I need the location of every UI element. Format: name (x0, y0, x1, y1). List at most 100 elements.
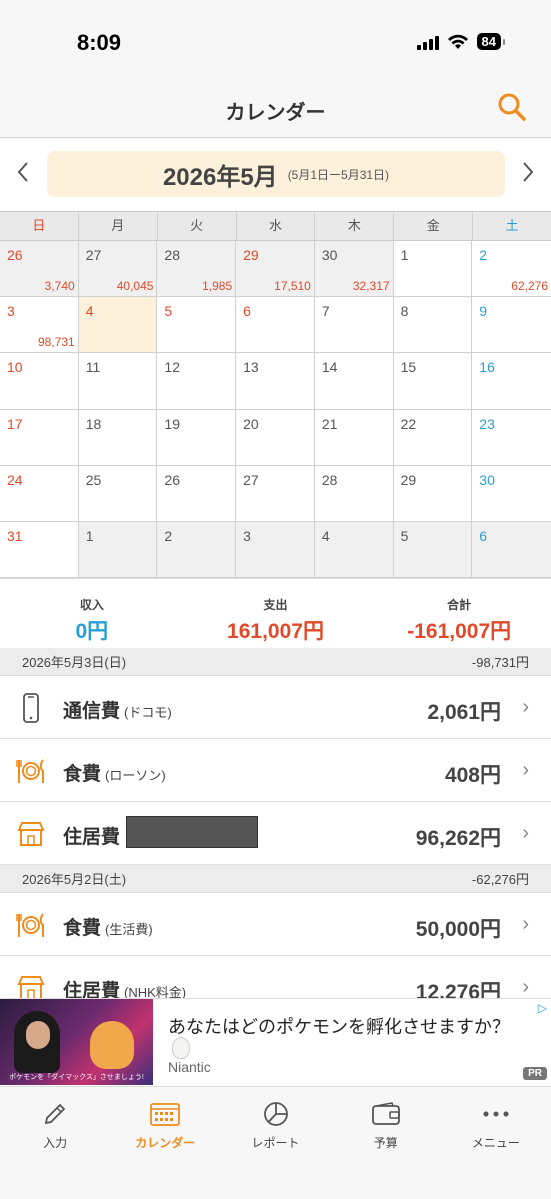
calendar-day-cell[interactable]: 10 (0, 353, 79, 410)
redacted-memo (126, 816, 259, 848)
transaction-row[interactable]: 通信費 (ドコモ) 2,061円 › (0, 676, 551, 739)
nav-bar: カレンダー (0, 80, 551, 138)
day-header-total: -62,276円 (471, 872, 529, 887)
calendar-day-cell[interactable]: 3 98,731 (0, 297, 79, 354)
calendar-day-number: 18 (85, 415, 102, 432)
calendar-day-cell[interactable]: 25 (78, 465, 158, 522)
calendar-day-cell[interactable]: 4 (314, 521, 394, 578)
calendar-day-cell[interactable]: 27 40,045 (78, 241, 158, 298)
transaction-row[interactable]: 住居費 (NHK料金) 12,276円 › (0, 956, 551, 998)
calendar-day-cell[interactable]: 27 (236, 465, 315, 522)
calendar-day-cell[interactable]: 24 (0, 465, 79, 522)
weekday-thu: 木 (315, 212, 395, 240)
expense-summary: 支出 161,007円 (184, 579, 368, 648)
next-month-button[interactable] (517, 161, 539, 187)
egg-icon (172, 1037, 190, 1059)
calendar-day-cell[interactable]: 6 (236, 297, 315, 354)
calendar-day-cell[interactable]: 20 (236, 409, 315, 466)
calendar-day-cell[interactable]: 5 (393, 521, 473, 578)
weekday-sun: 日 (0, 212, 79, 240)
calendar-day-cell[interactable]: 1 (393, 241, 473, 298)
calendar-day-cell[interactable]: 2 62,276 (472, 241, 551, 298)
tab-input[interactable]: 入力 (0, 1087, 110, 1199)
entry-category: 食費 (ローソン) (63, 764, 166, 785)
calendar-day-number: 29 (400, 471, 417, 488)
calendar-day-cell[interactable]: 18 (78, 409, 158, 466)
calendar-day-cell[interactable]: 13 (236, 353, 315, 410)
calendar-day-cell[interactable]: 22 (393, 409, 473, 466)
income-label: 収入 (79, 598, 104, 612)
tab-menu[interactable]: メニュー (441, 1087, 551, 1199)
calendar-day-cell[interactable]: 14 (314, 353, 394, 410)
calendar-day-number: 24 (7, 471, 23, 488)
calendar-day-number: 9 (479, 303, 488, 320)
chevron-right-icon: › (522, 976, 529, 998)
calendar-day-cell[interactable]: 3 (236, 521, 315, 578)
ad-image[interactable]: ポケモンを「ダイマックス」させましょう! (0, 999, 153, 1085)
calendar-day-cell[interactable]: 12 (157, 353, 237, 410)
entry-category: 住居費 (NHK料金) (63, 981, 187, 998)
calendar-day-cell[interactable]: 21 (314, 409, 394, 466)
calendar-day-cell[interactable]: 11 (78, 353, 158, 410)
calendar-day-number: 6 (243, 303, 251, 320)
calendar-day-number: 17 (7, 415, 23, 432)
calendar-day-number: 25 (85, 471, 102, 488)
calendar-day-cell[interactable]: 28 1,985 (157, 241, 237, 298)
calendar-day-cell[interactable]: 28 (314, 465, 394, 522)
calendar-day-number: 15 (400, 359, 417, 376)
tab-calendar[interactable]: カレンダー (110, 1087, 220, 1199)
calendar-day-cell[interactable]: 9 (472, 297, 551, 354)
calendar-day-cell[interactable]: 17 (0, 409, 79, 466)
tab-report[interactable]: レポート (220, 1087, 330, 1199)
calendar-day-cell[interactable]: 26 (157, 465, 237, 522)
weekday-fri: 金 (394, 212, 474, 240)
calendar-day-cell[interactable]: 29 17,510 (236, 241, 315, 298)
tab-menu-label: メニュー (471, 1136, 520, 1150)
calendar-day-cell[interactable]: 19 (157, 409, 237, 466)
calendar-day-cell[interactable]: 15 (393, 353, 473, 410)
search-icon[interactable] (497, 92, 527, 122)
transaction-row[interactable]: 食費 (生活費) 50,000円 › (0, 893, 551, 956)
calendar-day-number: 10 (7, 359, 23, 376)
calendar-day-number: 26 (164, 471, 180, 488)
month-label-box[interactable]: 2026年5月 (5月1日ー5月31日) (47, 151, 505, 197)
phone-icon (23, 693, 39, 723)
prev-month-button[interactable] (12, 161, 34, 187)
expense-label: 支出 (263, 598, 288, 612)
calendar-day-cell[interactable]: 6 (472, 521, 551, 578)
ad-choices-icon[interactable]: ▷ (538, 1001, 547, 1015)
calendar-day-cell[interactable]: 26 3,740 (0, 241, 79, 298)
calendar-day-number: 26 (7, 247, 23, 263)
calendar-day-number: 7 (321, 303, 330, 320)
ad-banner[interactable]: ポケモンを「ダイマックス」させましょう! あなたはどのポケモンを孵化させますか？… (0, 998, 551, 1086)
calendar-day-cell[interactable]: 31 (0, 521, 79, 578)
calendar-day-cell[interactable]: 5 (157, 297, 237, 354)
chevron-left-icon (17, 162, 28, 182)
entry-amount: 50,000円 (415, 918, 501, 941)
entry-amount: 96,262円 (415, 827, 501, 850)
calendar-day-cell[interactable]: 29 (393, 465, 473, 522)
total-value: -161,007円 (407, 620, 512, 643)
calendar-day-cell[interactable]: 23 (472, 409, 551, 466)
calendar-day-cell[interactable]: 16 (472, 353, 551, 410)
ad-person-face (26, 1021, 50, 1049)
weekday-header: 日 月 火 水 木 金 土 (0, 211, 551, 241)
calendar-day-cell[interactable]: 8 (393, 297, 473, 354)
entry-amount: 12,276円 (415, 981, 501, 998)
chevron-right-icon: › (522, 913, 529, 935)
calendar-day-cell[interactable]: 30 (472, 465, 551, 522)
calendar-day-cell[interactable]: 30 32,317 (314, 241, 394, 298)
calendar-day-cell[interactable]: 1 (78, 521, 158, 578)
chevron-right-icon (523, 162, 534, 182)
transaction-row[interactable]: 食費 (ローソン) 408円 › (0, 739, 551, 802)
transaction-row[interactable]: 住居費 96,262円 › (0, 802, 551, 865)
calendar-day-amount: 1,985 (202, 279, 233, 294)
entry-category: 食費 (生活費) (63, 918, 153, 939)
tab-budget[interactable]: 予算 (331, 1087, 441, 1199)
calendar-day-cell[interactable]: 7 (314, 297, 394, 354)
calendar-day-cell[interactable]: 2 (157, 521, 237, 578)
pencil-icon (44, 1103, 66, 1125)
calendar-day-cell[interactable]: 4 (78, 297, 158, 354)
ad-title[interactable]: あなたはどのポケモンを孵化させますか？ (168, 1013, 510, 1039)
chevron-right-icon: › (522, 759, 529, 781)
